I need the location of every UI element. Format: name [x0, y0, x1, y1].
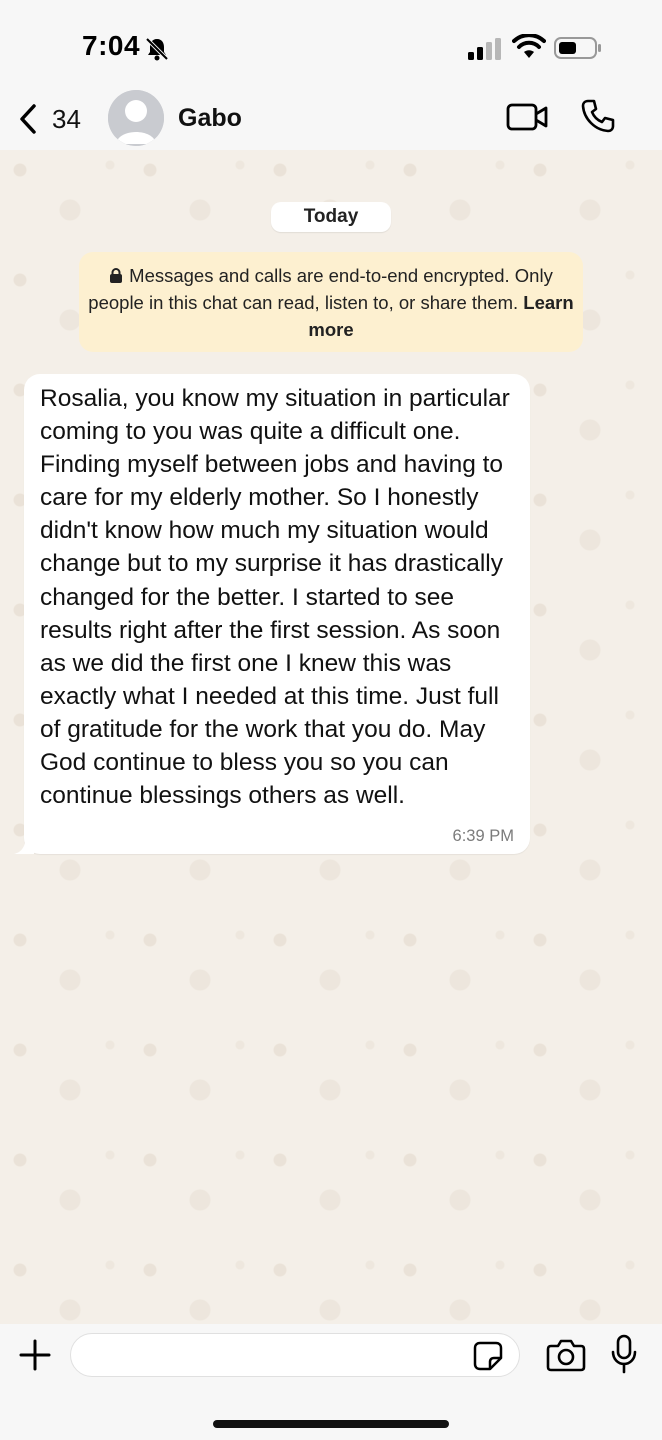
sticker-icon[interactable] [472, 1340, 504, 1372]
message-composer [0, 1324, 662, 1440]
encryption-notice[interactable]: Messages and calls are end-to-end encryp… [79, 252, 583, 352]
message-input[interactable] [70, 1333, 520, 1377]
video-call-icon[interactable] [506, 100, 548, 134]
lock-icon [110, 268, 123, 283]
status-time: 7:04 [82, 30, 141, 61]
contact-avatar[interactable] [108, 90, 164, 146]
camera-icon[interactable] [546, 1338, 586, 1372]
cellular-signal-icon [468, 38, 501, 60]
wifi-icon [512, 34, 546, 58]
microphone-icon[interactable] [610, 1334, 638, 1374]
phone-call-icon[interactable] [580, 98, 616, 134]
message-timestamp: 6:39 PM [452, 827, 514, 845]
bubble-tail [14, 834, 34, 854]
back-chevron-icon[interactable] [14, 102, 44, 136]
home-indicator [213, 1420, 449, 1428]
chat-area: Today Messages and calls are end-to-end … [0, 150, 662, 1324]
status-bar: 7:04 [0, 0, 662, 92]
message-text: Rosalia, you know my situation in partic… [40, 385, 510, 810]
battery-icon [554, 37, 601, 59]
chat-header: 34 Gabo [0, 90, 662, 150]
date-separator: Today [271, 202, 391, 232]
bell-muted-icon [145, 37, 169, 61]
unread-count[interactable]: 34 [52, 104, 81, 135]
encryption-text: Messages and calls are end-to-end encryp… [88, 265, 553, 313]
plus-icon[interactable] [18, 1338, 52, 1372]
default-avatar-icon [108, 90, 164, 146]
contact-name[interactable]: Gabo [178, 104, 242, 133]
message-bubble-incoming[interactable]: Rosalia, you know my situation in partic… [14, 374, 530, 854]
